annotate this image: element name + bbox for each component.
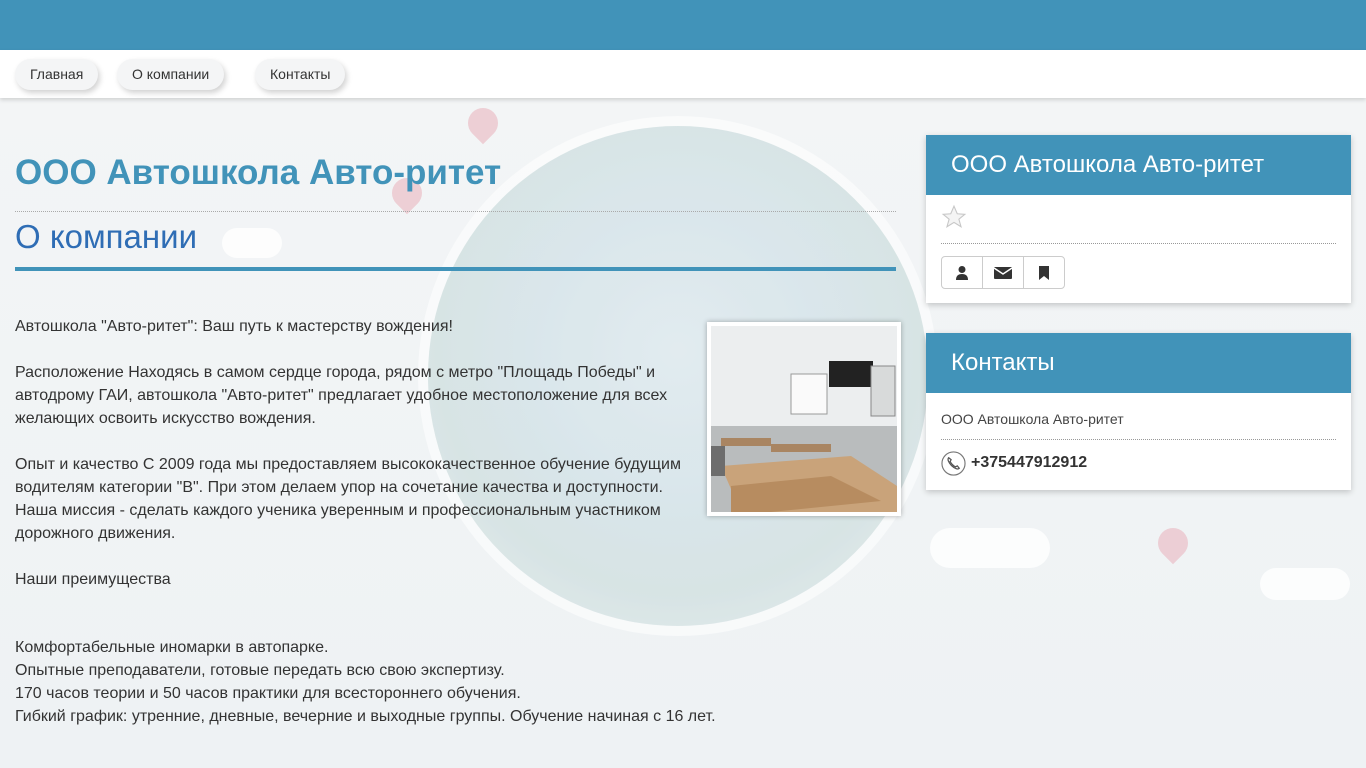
- phone-row: +375447912912: [941, 440, 1336, 486]
- user-icon: [956, 265, 968, 280]
- list-item: Гибкий график: утренние, дневные, вечерн…: [15, 708, 716, 725]
- nav-item-home[interactable]: Главная: [15, 59, 99, 90]
- cloud-illustration: [930, 528, 1050, 568]
- about-text: Автошкола "Авто-ритет": Ваш путь к масте…: [15, 315, 705, 614]
- nav-item-contacts[interactable]: Контакты: [255, 59, 346, 90]
- action-button-group: [941, 256, 1336, 289]
- section-divider: [15, 267, 896, 271]
- panel-divider: [941, 243, 1336, 244]
- main-navigation: Главная О компании Контакты: [0, 50, 1366, 98]
- map-pin-illustration: [461, 101, 505, 145]
- contacts-panel-title: Контакты: [926, 333, 1351, 393]
- nav-item-about[interactable]: О компании: [117, 59, 225, 90]
- list-item: Комфортабельные иномарки в автопарке.: [15, 639, 329, 656]
- envelope-icon: [993, 266, 1013, 279]
- list-item: 170 часов теории и 50 часов практики для…: [15, 685, 521, 702]
- section-title: О компании: [15, 218, 197, 255]
- phone-icon: [941, 450, 966, 476]
- phone-link[interactable]: +375447912912: [971, 454, 1087, 472]
- bookmark-icon: [1039, 265, 1049, 280]
- company-panel: ООО Автошкола Авто-ритет: [926, 135, 1351, 303]
- profile-button[interactable]: [941, 256, 983, 289]
- contacts-panel: Контакты ООО Автошкола Авто-ритет +37544…: [926, 333, 1351, 490]
- paragraph: Наши преимущества: [15, 571, 171, 588]
- page-title: ООО Автошкола Авто-ритет: [15, 153, 502, 192]
- rating-row: [941, 195, 1336, 243]
- bookmark-button[interactable]: [1023, 256, 1065, 289]
- classroom-image: [711, 326, 897, 512]
- top-header-bar: [0, 0, 1366, 50]
- map-pin-illustration: [1151, 521, 1195, 565]
- title-divider: [15, 211, 896, 212]
- classroom-photo[interactable]: [707, 322, 901, 516]
- paragraph: Расположение Находясь в самом сердце гор…: [15, 364, 668, 427]
- paragraph: Опыт и качество С 2009 года мы предостав…: [15, 456, 681, 542]
- paragraph: Автошкола "Авто-ритет": Ваш путь к масте…: [15, 318, 453, 335]
- list-item: Опытные преподаватели, готовые передать …: [15, 662, 505, 679]
- company-panel-title: ООО Автошкола Авто-ритет: [926, 135, 1351, 195]
- advantages-list: Комфортабельные иномарки в автопарке. Оп…: [15, 636, 895, 728]
- cloud-illustration: [222, 228, 282, 258]
- contacts-company-name: ООО Автошкола Авто-ритет: [941, 411, 1124, 427]
- email-button[interactable]: [982, 256, 1024, 289]
- star-icon[interactable]: [941, 204, 967, 235]
- cloud-illustration: [1260, 568, 1350, 600]
